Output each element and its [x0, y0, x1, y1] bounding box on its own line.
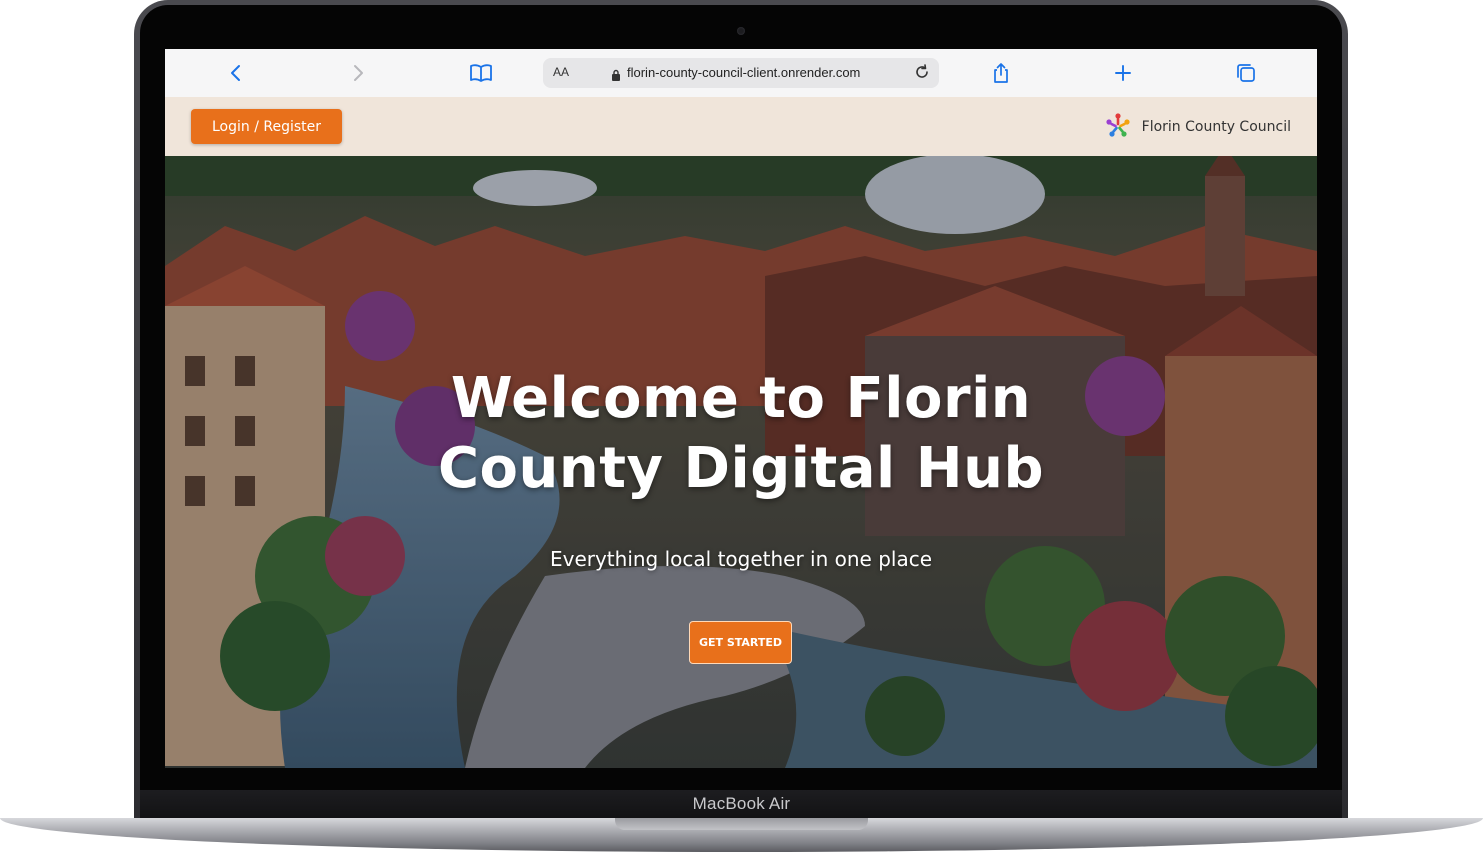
site-header: Login / Register Florin County Council — [165, 97, 1317, 156]
browser-toolbar: AA florin-county-council-client.onrender… — [165, 49, 1317, 98]
get-started-button[interactable]: GET STARTED — [689, 621, 792, 664]
share-icon[interactable] — [989, 61, 1013, 85]
laptop-notch — [615, 818, 868, 830]
book-icon[interactable] — [469, 61, 493, 85]
plus-icon[interactable] — [1111, 61, 1135, 85]
hero-title-line-2: County Digital Hub — [437, 436, 1045, 501]
address-bar[interactable]: AA florin-county-council-client.onrender… — [543, 58, 939, 88]
hero-title-line-1: Welcome to Florin — [450, 366, 1032, 431]
camera-icon — [737, 27, 745, 35]
hero-subtitle: Everything local together in one place — [549, 547, 933, 571]
site-brand[interactable]: Florin County Council — [1104, 113, 1291, 141]
screen: AA florin-county-council-client.onrender… — [165, 49, 1317, 768]
device-brand-label: MacBook Air — [692, 794, 791, 813]
chevron-right-icon[interactable] — [346, 61, 370, 85]
reload-icon[interactable] — [913, 63, 931, 85]
hero-title: Welcome to Florin County Digital Hub — [165, 364, 1317, 504]
lock-icon — [611, 66, 621, 85]
chevron-left-icon[interactable] — [224, 61, 248, 85]
url-text: florin-county-council-client.onrender.co… — [627, 65, 861, 80]
site-name: Florin County Council — [1141, 119, 1291, 135]
login-register-button[interactable]: Login / Register — [191, 109, 342, 144]
people-circle-logo-icon — [1104, 111, 1132, 143]
tabs-icon[interactable] — [1234, 61, 1258, 85]
text-size-button[interactable]: AA — [553, 65, 569, 79]
hero-section: Welcome to Florin County Digital Hub Eve… — [165, 156, 1317, 768]
